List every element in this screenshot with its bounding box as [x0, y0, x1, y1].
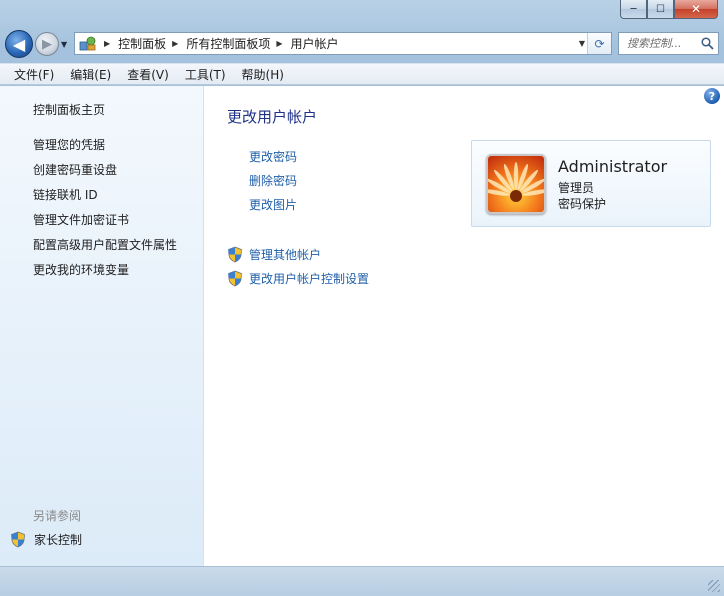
navigation-bar: ◀ ▶ ▼ ▶ 控制面板 ▶ 所有控制面板项 ▶ 用户帐户 ▼ ⟳ [0, 28, 724, 60]
breadcrumb-user-accounts[interactable]: 用户帐户 [291, 35, 339, 52]
uac-settings-link[interactable]: 更改用户帐户控制设置 [227, 270, 369, 287]
sidebar-link-manage-credentials[interactable]: 管理您的凭据 [33, 136, 105, 153]
sidebar-link-online-id[interactable]: 链接联机 ID [33, 186, 98, 203]
sidebar-link-environment-variables[interactable]: 更改我的环境变量 [33, 261, 129, 278]
change-picture-link[interactable]: 更改图片 [249, 196, 297, 213]
breadcrumb-separator-icon[interactable]: ▶ [172, 39, 178, 48]
manage-other-accounts-link[interactable]: 管理其他帐户 [227, 246, 321, 263]
see-also-heading: 另请参阅 [33, 509, 82, 523]
help-icon[interactable]: ? [704, 88, 720, 104]
back-button[interactable]: ◀ [5, 30, 33, 58]
task-sidebar: 控制面板主页 管理您的凭据 创建密码重设盘 链接联机 ID 管理文件加密证书 配… [0, 86, 204, 566]
password-status: 密码保护 [558, 197, 607, 211]
menu-edit[interactable]: 编辑(E) [62, 66, 119, 83]
forward-button[interactable]: ▶ [35, 32, 59, 56]
account-type: 管理员 [558, 181, 595, 195]
resize-grip[interactable] [708, 580, 720, 592]
refresh-icon[interactable]: ⟳ [587, 33, 611, 54]
minimize-button[interactable]: ─ [620, 0, 647, 19]
manage-other-accounts-label[interactable]: 管理其他帐户 [249, 246, 321, 263]
address-bar[interactable]: ▶ 控制面板 ▶ 所有控制面板项 ▶ 用户帐户 ▼ ⟳ [74, 32, 612, 55]
uac-shield-icon [228, 270, 242, 287]
status-bar [0, 566, 724, 596]
account-card: Administrator 管理员 密码保护 [471, 140, 711, 227]
uac-settings-label[interactable]: 更改用户帐户控制设置 [249, 270, 369, 287]
menu-tools[interactable]: 工具(T) [177, 66, 234, 83]
search-input[interactable] [627, 37, 693, 50]
sidebar-link-encryption-certificates[interactable]: 管理文件加密证书 [33, 211, 129, 228]
breadcrumb-separator-icon[interactable]: ▶ [276, 39, 282, 48]
page-title: 更改用户帐户 [227, 108, 318, 126]
sidebar-link-advanced-profile[interactable]: 配置高级用户配置文件属性 [33, 236, 177, 253]
avatar[interactable] [486, 154, 546, 214]
menu-view[interactable]: 查看(V) [119, 66, 177, 83]
control-panel-window: ─ ☐ ✕ ◀ ▶ ▼ ▶ 控制面板 ▶ 所有控制面板项 ▶ 用户帐户 ▼ ⟳ [0, 0, 724, 596]
main-panel: ? 更改用户帐户 更改密码 删除密码 更改图片 管理其他帐户 更改用户帐户控制设… [205, 86, 724, 566]
remove-password-link[interactable]: 删除密码 [249, 172, 297, 189]
uac-shield-icon [11, 531, 25, 548]
parental-controls-label[interactable]: 家长控制 [34, 531, 82, 548]
change-password-link[interactable]: 更改密码 [249, 148, 297, 165]
breadcrumb-separator-icon[interactable]: ▶ [104, 39, 110, 48]
menu-bar: 文件(F) 编辑(E) 查看(V) 工具(T) 帮助(H) [0, 63, 724, 85]
control-panel-icon [78, 35, 98, 53]
flower-avatar-image [488, 156, 544, 212]
parental-controls-link[interactable]: 家长控制 [10, 531, 82, 548]
account-name: Administrator [558, 157, 668, 176]
menu-help[interactable]: 帮助(H) [234, 66, 292, 83]
address-dropdown-icon[interactable]: ▼ [579, 39, 585, 48]
recent-pages-dropdown-icon[interactable]: ▼ [61, 40, 67, 49]
uac-shield-icon [228, 246, 242, 263]
close-button[interactable]: ✕ [674, 0, 718, 19]
caption-buttons: ─ ☐ ✕ [620, 0, 718, 19]
search-box[interactable] [618, 32, 719, 55]
sidebar-link-control-panel-home[interactable]: 控制面板主页 [33, 101, 105, 118]
breadcrumb-all-items[interactable]: 所有控制面板项 [186, 35, 270, 52]
content-area: 控制面板主页 管理您的凭据 创建密码重设盘 链接联机 ID 管理文件加密证书 配… [0, 86, 724, 566]
menu-file[interactable]: 文件(F) [6, 66, 62, 83]
maximize-button[interactable]: ☐ [647, 0, 674, 19]
sidebar-link-password-reset-disk[interactable]: 创建密码重设盘 [33, 161, 117, 178]
breadcrumb-control-panel[interactable]: 控制面板 [118, 35, 166, 52]
search-icon[interactable] [701, 37, 714, 50]
